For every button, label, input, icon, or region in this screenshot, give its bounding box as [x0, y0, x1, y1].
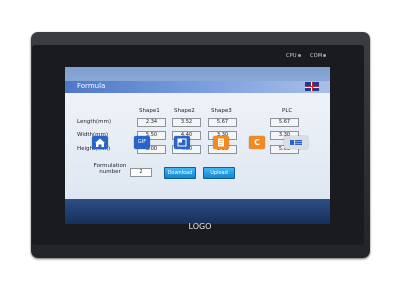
language-flag-icon[interactable]: [305, 82, 319, 91]
c-app-icon[interactable]: C: [249, 136, 265, 149]
length-shape1-field[interactable]: 2.34: [137, 118, 166, 127]
formulation-number-label: Formulation number: [93, 163, 127, 175]
column-header-shape3: Shape3: [211, 108, 232, 114]
cpu-led-label: CPU: [286, 53, 297, 59]
taskbar: [65, 199, 330, 224]
com-led-label: COM: [310, 53, 323, 59]
column-header-shape1: Shape1: [139, 108, 160, 114]
window-title: Formula: [77, 82, 106, 90]
gif-icon[interactable]: GIF: [134, 136, 150, 149]
home-icon[interactable]: [92, 136, 108, 149]
length-shape2-field[interactable]: 3.52: [172, 118, 201, 127]
upload-button[interactable]: Upload: [203, 167, 235, 179]
length-shape3-field[interactable]: 5.67: [208, 118, 237, 127]
cpu-led-icon: [298, 54, 301, 57]
notes-icon[interactable]: [213, 136, 229, 149]
active-window-icon[interactable]: [284, 136, 308, 149]
length-plc-value: 5.67: [270, 118, 299, 127]
download-button[interactable]: Download: [164, 167, 196, 179]
row-label-length: Length(mm): [77, 119, 111, 125]
device-logo: LOGO: [188, 222, 212, 231]
com-led-icon: [323, 54, 326, 57]
window-grid-icon[interactable]: [174, 136, 190, 149]
column-header-shape2: Shape2: [174, 108, 195, 114]
formulation-number-input[interactable]: 2: [130, 168, 152, 177]
column-header-plc: PLC: [282, 108, 293, 114]
